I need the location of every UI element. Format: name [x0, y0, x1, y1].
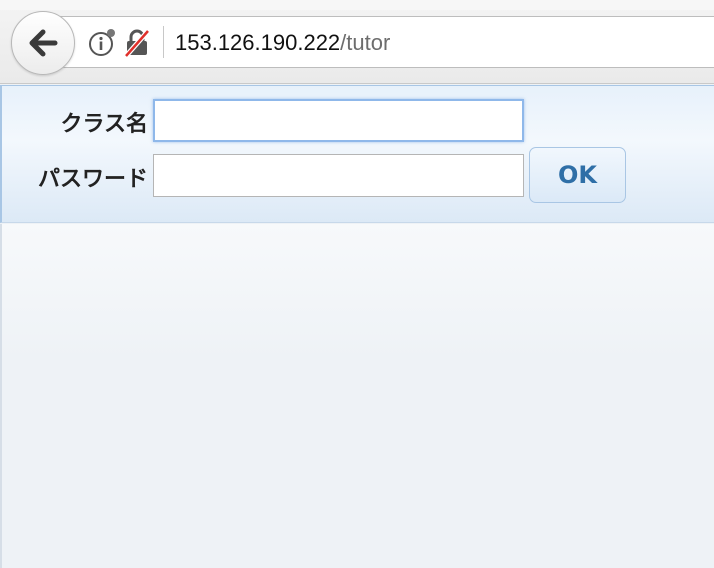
browser-toolbar: 153.126.190.222/tutor	[0, 0, 714, 84]
url-host: 153.126.190.222	[175, 30, 341, 55]
login-panel: クラス名 パスワード OK	[0, 85, 714, 223]
password-label: パスワード	[37, 167, 148, 192]
back-arrow-icon	[29, 29, 58, 57]
url-separator	[163, 26, 164, 58]
info-icon[interactable]	[87, 28, 117, 58]
class-name-label: クラス名	[60, 112, 148, 137]
password-input[interactable]	[153, 154, 524, 197]
back-button[interactable]	[11, 11, 75, 75]
toolbar-top-strip	[0, 0, 714, 10]
insecure-lock-icon[interactable]	[123, 28, 151, 58]
url-path: /tutor	[340, 30, 391, 55]
page-body	[0, 224, 714, 568]
class-name-input[interactable]	[153, 99, 524, 142]
url-text[interactable]: 153.126.190.222/tutor	[175, 28, 390, 58]
ok-button[interactable]: OK	[529, 147, 626, 203]
